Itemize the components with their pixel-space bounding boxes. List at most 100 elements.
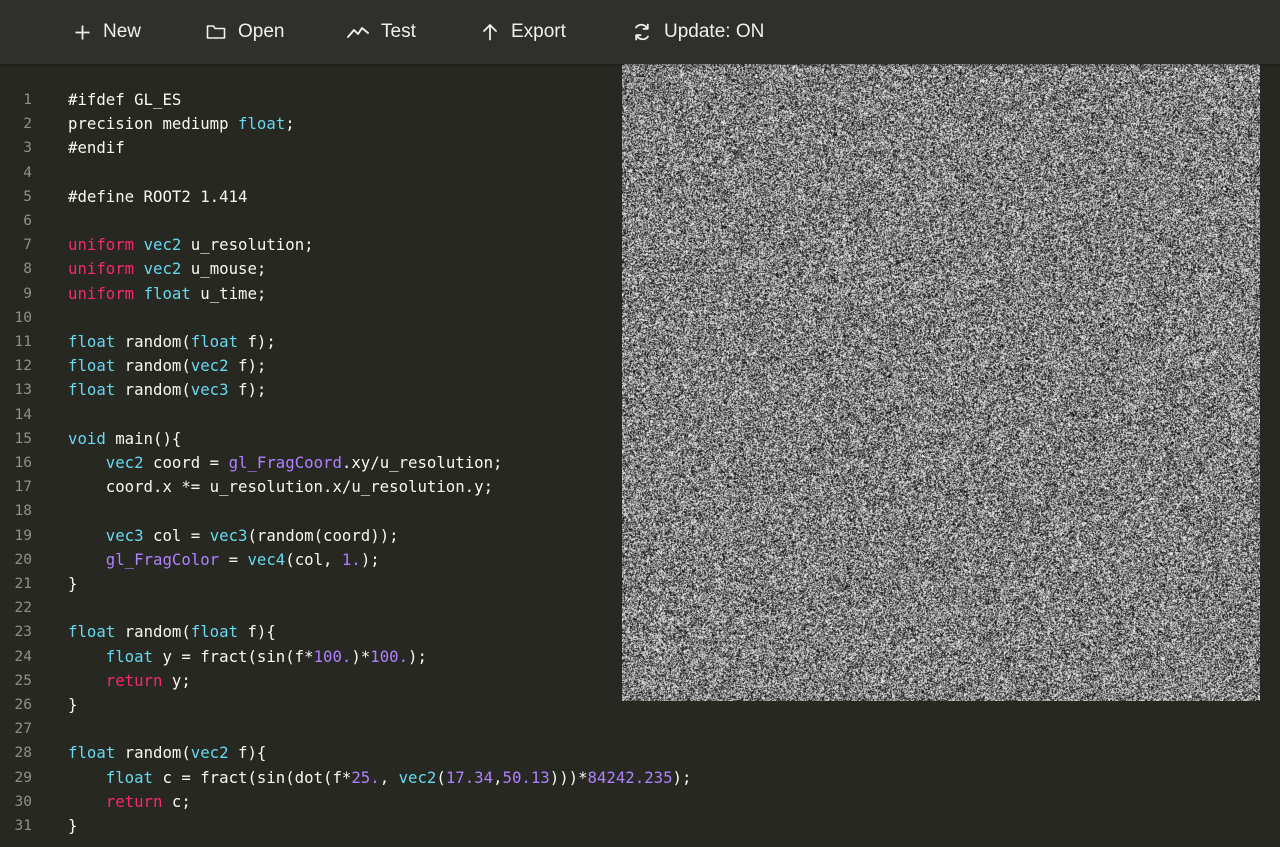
trend-line-icon (347, 27, 369, 38)
code-token: gl_FragColor (105, 549, 220, 569)
code-token: float (68, 332, 116, 351)
code-token: 84242.235 (587, 767, 673, 787)
code-line[interactable]: float y = fract(sin(f*100.)*100.); (68, 645, 427, 669)
code-token: float (105, 646, 154, 666)
line-number: 8 (23, 261, 32, 278)
code-token: ( (436, 767, 446, 787)
code-line[interactable]: float random(vec3 f); (68, 378, 266, 402)
code-token: u_mouse; (181, 259, 267, 279)
code-token: ; (285, 114, 295, 134)
update-toggle-label: Update: ON (664, 21, 765, 42)
test-button-label: Test (381, 21, 416, 42)
new-button-label: New (103, 21, 142, 42)
line-number: 22 (14, 600, 32, 617)
code-token: f){ (228, 743, 267, 763)
code-token: 50.13 (502, 767, 550, 787)
code-token: vec2 (105, 453, 144, 472)
line-number: 15 (14, 430, 32, 447)
line-number: 23 (14, 624, 32, 641)
code-line[interactable]: uniform vec2 u_mouse; (68, 257, 266, 281)
export-button[interactable]: Export (481, 0, 566, 64)
code-token: , (493, 767, 503, 787)
arrow-up-icon (483, 24, 497, 41)
code-token: gl_FragCoord (228, 453, 342, 472)
code-line[interactable]: vec2 coord = gl_FragCoord.xy/u_resolutio… (68, 451, 503, 475)
code-token: uniform (68, 259, 135, 279)
code-token: )))* (549, 767, 588, 787)
line-number: 9 (23, 285, 32, 302)
line-number: 16 (14, 455, 32, 471)
code-line[interactable]: return c; (68, 790, 191, 814)
code-line[interactable]: } (68, 693, 77, 717)
update-toggle-button[interactable]: Update: ON (632, 0, 764, 64)
line-number: 5 (23, 188, 32, 205)
line-number: 1 (23, 92, 32, 108)
line-number: 11 (14, 334, 32, 350)
code-token: float (143, 283, 191, 303)
code-token: random( (115, 332, 191, 351)
code-token: random( (115, 743, 191, 763)
code-line[interactable]: #ifdef GL_ES (68, 88, 181, 112)
code-line[interactable]: float c = fract(sin(dot(f*25., vec2(17.3… (68, 766, 692, 790)
code-token: #define ROOT2 1.414 (68, 186, 248, 206)
refresh-icon (635, 23, 649, 41)
line-number: 4 (23, 164, 32, 181)
line-number: 7 (23, 237, 32, 254)
code-token: float (190, 622, 239, 642)
code-line[interactable]: float random(float f); (68, 330, 276, 354)
code-line[interactable]: } (68, 572, 77, 596)
code-token: float (238, 114, 286, 134)
code-token: float (68, 622, 116, 642)
code-line[interactable]: #define ROOT2 1.414 (68, 185, 247, 209)
line-number: 30 (14, 793, 32, 810)
code-token: vec2 (143, 259, 182, 279)
code-token: uniform (68, 283, 135, 303)
code-token: f); (228, 380, 267, 400)
line-number: 14 (14, 406, 32, 423)
test-button[interactable]: Test (347, 0, 416, 64)
code-token: float (190, 332, 239, 351)
code-line[interactable]: float random(vec2 f){ (68, 741, 266, 765)
code-line[interactable]: coord.x *= u_resolution.x/u_resolution.y… (68, 475, 493, 499)
code-token: 1. (341, 549, 361, 569)
code-line[interactable]: #endif (68, 136, 125, 160)
new-button[interactable]: New (74, 0, 141, 64)
plus-icon (75, 25, 90, 39)
code-token: )* (351, 646, 371, 666)
line-number: 3 (23, 140, 32, 157)
code-token: (col, (285, 549, 342, 569)
code-token: coord.x *= u_resolution.x/u_resolution.y… (68, 477, 494, 497)
folder-icon (206, 25, 226, 39)
code-token: float (68, 380, 116, 400)
code-line[interactable]: return y; (68, 669, 191, 693)
code-token: = (219, 549, 248, 569)
code-token: vec3 (190, 380, 229, 400)
code-line[interactable]: void main(){ (68, 427, 181, 451)
code-line[interactable]: } (68, 814, 77, 838)
code-line[interactable]: float random(vec2 f); (68, 354, 266, 378)
line-number: 24 (14, 648, 32, 665)
code-token: random( (115, 622, 191, 642)
code-token: vec2 (143, 235, 182, 255)
code-line[interactable]: vec3 col = vec3(random(coord)); (68, 524, 399, 548)
code-line[interactable]: uniform float u_time; (68, 282, 266, 306)
line-number: 18 (14, 503, 32, 520)
shader-preview-canvas[interactable] (622, 64, 1260, 701)
code-token: c = fract(sin(dot(f* (153, 767, 352, 787)
code-token: vec2 (190, 356, 229, 376)
code-line[interactable]: uniform vec2 u_resolution; (68, 233, 314, 257)
code-line[interactable]: gl_FragColor = vec4(col, 1.); (68, 548, 380, 572)
code-line[interactable]: float random(float f){ (68, 620, 276, 644)
code-token: random( (115, 380, 191, 400)
line-number: 31 (14, 818, 32, 834)
code-token: vec2 (398, 767, 437, 787)
open-button[interactable]: Open (206, 0, 284, 64)
code-line[interactable]: precision mediump float; (68, 112, 295, 136)
line-number: 26 (14, 697, 32, 713)
